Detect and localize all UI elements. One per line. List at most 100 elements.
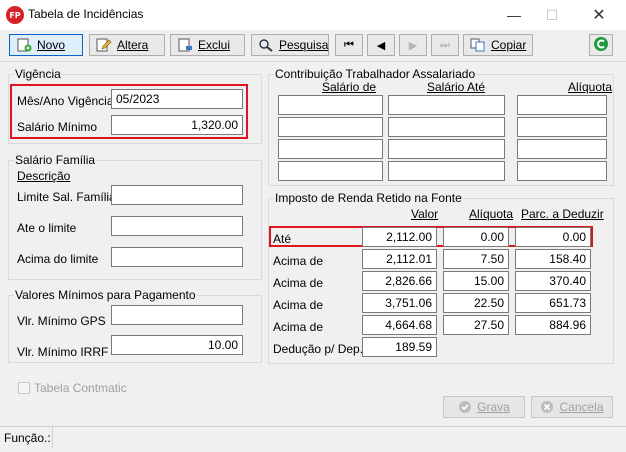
salario-ate-header: Salário Até (427, 80, 486, 94)
contrib-aliquota-field[interactable] (517, 117, 607, 137)
deducao-field[interactable]: 189.59 (362, 337, 437, 357)
contrib-aliquota-field[interactable] (517, 95, 607, 115)
irrf-row-label: Acima de (273, 320, 324, 334)
altera-label: Altera (117, 38, 149, 52)
irrf-parcela-field[interactable]: 370.40 (515, 271, 591, 291)
contrib-salario-de-field[interactable] (278, 139, 383, 159)
salario-minimo-field[interactable]: 1,320.00 (111, 115, 243, 135)
acima-limite-field[interactable] (111, 247, 243, 267)
irrf-aliquota-field[interactable]: 0.00 (443, 227, 509, 247)
first-record-icon: ⏮ (344, 38, 354, 51)
tabela-contmatic-label: Tabela Contmatic (34, 381, 127, 395)
irrf-aliquota-field[interactable]: 15.00 (443, 271, 509, 291)
vlr-minimo-gps-label: Vlr. Mínimo GPS (17, 314, 106, 328)
title-bar: FP Tabela de Incidências — ☐ ✕ (0, 0, 626, 30)
cancel-icon (540, 400, 554, 414)
grava-button[interactable]: Grava (443, 396, 525, 418)
limite-sal-familia-label: Limite Sal. Família (17, 190, 116, 204)
aliquota-header: Alíquota (568, 80, 613, 94)
contrib-salario-de-field[interactable] (278, 95, 383, 115)
descricao-header: Descrição (17, 169, 71, 183)
salario-de-header: Salário de (322, 80, 377, 94)
contrib-aliquota-field[interactable] (517, 161, 607, 181)
vlr-minimo-gps-field[interactable] (111, 305, 243, 325)
minimize-button[interactable]: — (497, 0, 531, 30)
maximize-button[interactable]: ☐ (535, 0, 569, 30)
contrib-salario-ate-field[interactable] (388, 139, 505, 159)
irrf-valor-field[interactable]: 2,112.00 (362, 227, 437, 247)
irrf-aliquota-header: Alíquota (469, 207, 514, 221)
irrf-parcela-field[interactable]: 158.40 (515, 249, 591, 269)
irrf-row-label: Acima de (273, 276, 324, 290)
contrib-salario-ate-field[interactable] (388, 161, 505, 181)
toolbar: Novo Altera Exclui Pesquisa ⏮ ◀ ▶ ⏭ Copi… (0, 30, 626, 62)
last-record-icon: ⏭ (440, 38, 450, 51)
cancela-label: Cancela (559, 400, 604, 414)
contmatic-logo-icon (593, 36, 609, 55)
irrf-title: Imposto de Renda Retido na Fonte (274, 191, 463, 205)
irrf-parcela-field[interactable]: 651.73 (515, 293, 591, 313)
contrib-salario-de-field[interactable] (278, 117, 383, 137)
irrf-valor-field[interactable]: 3,751.06 (362, 293, 437, 313)
next-record-button[interactable]: ▶ (399, 34, 427, 56)
first-record-button[interactable]: ⏮ (335, 34, 363, 56)
last-record-button[interactable]: ⏭ (431, 34, 459, 56)
search-icon (258, 38, 274, 52)
app-icon: FP (6, 6, 24, 24)
status-divider (52, 427, 53, 448)
irrf-row-label: Até (273, 232, 292, 246)
irrf-valor-field[interactable]: 4,664.68 (362, 315, 437, 335)
ate-limite-label: Ate o limite (17, 221, 77, 235)
grava-label: Grava (477, 400, 510, 414)
salario-familia-title: Salário Família (14, 153, 97, 167)
irrf-parcela-field[interactable]: 0.00 (515, 227, 591, 247)
exclui-label: Exclui (198, 38, 231, 52)
irrf-aliquota-field[interactable]: 7.50 (443, 249, 509, 269)
contrib-salario-ate-field[interactable] (388, 95, 505, 115)
next-record-icon: ▶ (408, 39, 418, 52)
irrf-row-label: Acima de (273, 298, 324, 312)
mes-ano-field[interactable]: 05/2023 (111, 89, 243, 109)
previous-record-button[interactable]: ◀ (367, 34, 395, 56)
copiar-button[interactable]: Copiar (463, 34, 533, 56)
novo-button[interactable]: Novo (9, 34, 83, 56)
tabela-contmatic-checkbox[interactable] (18, 382, 30, 394)
altera-button[interactable]: Altera (89, 34, 165, 56)
pesquisa-label: Pesquisa (279, 38, 329, 52)
irrf-valor-header: Valor (411, 207, 439, 221)
check-icon (458, 400, 472, 414)
exclui-button[interactable]: Exclui (170, 34, 245, 56)
irrf-valor-field[interactable]: 2,112.01 (362, 249, 437, 269)
copy-icon (470, 38, 486, 52)
delete-document-icon (177, 38, 193, 52)
pesquisa-button[interactable]: Pesquisa (251, 34, 329, 56)
close-button[interactable]: ✕ (582, 0, 616, 30)
new-document-icon (16, 38, 32, 52)
vigencia-title: Vigência (14, 67, 62, 81)
contrib-aliquota-field[interactable] (517, 139, 607, 159)
irrf-aliquota-field[interactable]: 22.50 (443, 293, 509, 313)
mes-ano-label: Mês/Ano Vigência (17, 94, 114, 108)
funcao-label: Função.: (4, 431, 51, 445)
irrf-valor-field[interactable]: 2,826.66 (362, 271, 437, 291)
limite-sal-familia-field[interactable] (111, 185, 243, 205)
irrf-parcela-field[interactable]: 884.96 (515, 315, 591, 335)
valores-minimos-title: Valores Mínimos para Pagamento (14, 288, 197, 302)
vlr-minimo-irrf-label: Vlr. Mínimo IRRF (17, 345, 109, 359)
irrf-parcela-header: Parc. a Deduzir (521, 207, 604, 221)
contrib-salario-ate-field[interactable] (388, 117, 505, 137)
status-bar: Função.: (0, 426, 626, 448)
vlr-minimo-irrf-field[interactable]: 10.00 (111, 335, 243, 355)
window-title: Tabela de Incidências (28, 7, 144, 21)
cancela-button[interactable]: Cancela (531, 396, 613, 418)
edit-pencil-icon (96, 38, 112, 52)
contribuicao-title: Contribuição Trabalhador Assalariado (274, 67, 477, 81)
contmatic-button[interactable] (589, 34, 613, 56)
ate-limite-field[interactable] (111, 216, 243, 236)
acima-limite-label: Acima do limite (17, 252, 99, 266)
irrf-row-label: Acima de (273, 254, 324, 268)
contrib-salario-de-field[interactable] (278, 161, 383, 181)
irrf-aliquota-field[interactable]: 27.50 (443, 315, 509, 335)
copiar-label: Copiar (491, 38, 527, 52)
previous-record-icon: ◀ (376, 39, 386, 52)
